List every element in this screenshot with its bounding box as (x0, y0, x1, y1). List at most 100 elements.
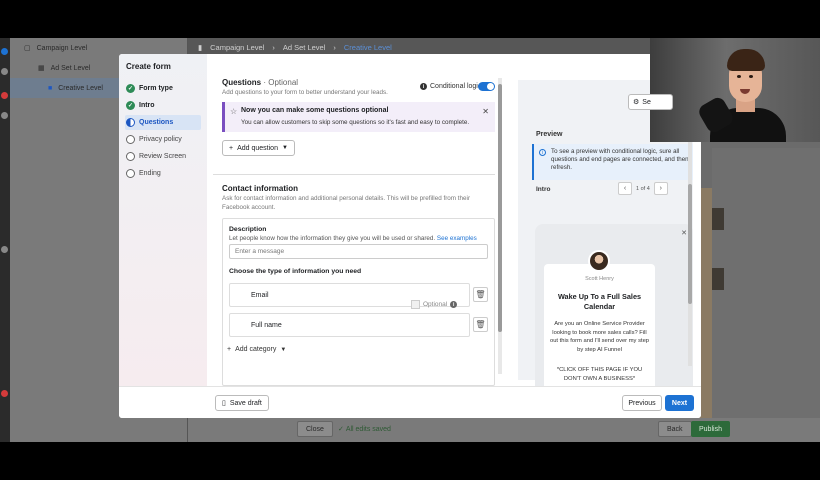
breadcrumb-campaign[interactable]: Campaign Level (210, 43, 264, 52)
questions-scrollbar[interactable] (498, 78, 502, 374)
panel-toggle-icon[interactable]: ▮ (198, 43, 202, 52)
step-sidebar: Create form ✓ Form type ✓ Intro Question… (119, 54, 207, 386)
next-button[interactable]: Next (665, 395, 694, 411)
left-rail (0, 38, 10, 442)
empty-circle-icon (126, 135, 135, 144)
star-icon: ☆ (230, 107, 238, 116)
back-button[interactable]: Back (658, 421, 692, 437)
info-icon[interactable]: i (450, 301, 458, 308)
modal-footer: ▯ Save draft Previous Next (119, 386, 701, 418)
preview-info-banner: i To see a preview with conditional logi… (532, 144, 693, 180)
intro-disclaimer: *CLICK OFF THIS PAGE IF YOU DON'T OWN A … (556, 367, 643, 382)
description-help: Let people know how the information they… (229, 235, 477, 242)
contact-info-subtitle-line1: Ask for contact information and addition… (222, 195, 471, 202)
folder-icon: ▢ (24, 45, 31, 52)
page-indicator: 1 of 4 (636, 185, 650, 192)
previous-button[interactable]: Previous (622, 395, 662, 411)
settings-button[interactable]: ⚙ Se (628, 94, 673, 110)
contact-info-subtitle-line2: Facebook account. (222, 204, 276, 211)
gear-icon: ⚙ (633, 99, 640, 106)
scrollbar-thumb[interactable] (498, 84, 502, 332)
background-preview-column (712, 148, 820, 418)
half-circle-icon (126, 118, 135, 127)
avatar (588, 250, 610, 272)
intro-card: Scott Henry Wake Up To a Full Sales Cale… (544, 250, 655, 392)
info-icon: i (539, 149, 546, 156)
conditional-logic-toggle[interactable] (478, 82, 495, 91)
empty-circle-icon (126, 169, 135, 178)
scrollbar-thumb[interactable] (688, 184, 692, 304)
phone-preview: ✕ Scott Henry Wake Up To a Full Sales Ca… (535, 224, 693, 408)
check-circle-icon: ✓ (126, 84, 135, 93)
questions-heading: Questions · Optional (222, 78, 299, 87)
rail-help-icon[interactable] (1, 246, 8, 253)
optional-questions-notice: ☆ Now you can make some questions option… (222, 102, 495, 132)
intro-headline: Wake Up To a Full Sales Calendar (557, 292, 642, 311)
presenter-eye (749, 75, 753, 78)
creative-icon: ■ (48, 84, 53, 92)
document-icon: ▯ (222, 400, 226, 407)
rail-chart-icon[interactable] (1, 68, 8, 75)
add-category-button[interactable]: + Add category ▼ (227, 346, 286, 353)
close-icon[interactable]: ✕ (482, 107, 489, 116)
rail-alert-icon[interactable] (1, 92, 8, 99)
full-name-field-row[interactable]: Full name (229, 313, 470, 337)
prev-page-button[interactable]: ‹ (618, 182, 632, 195)
questions-subtitle: Add questions to your form to better und… (222, 89, 388, 96)
notice-title: Now you can make some questions optional (241, 107, 389, 114)
rail-notification-icon[interactable] (1, 390, 8, 397)
presenter-hair (727, 49, 765, 71)
step-ending[interactable]: Ending (125, 166, 201, 181)
trash-icon: 🗑 (475, 320, 486, 329)
preview-title: Preview (536, 131, 563, 138)
publish-button[interactable]: Publish (691, 421, 730, 437)
grid-icon: ▦ (38, 65, 45, 72)
preview-panel: Preview i To see a preview with conditio… (518, 80, 693, 408)
close-button[interactable]: Close (297, 421, 333, 437)
questions-panel: Questions · Optional Add questions to yo… (213, 54, 503, 386)
author-name: Scott Henry (585, 276, 614, 282)
conditional-logic-label: i Conditional logic (420, 83, 481, 90)
choose-info-label: Choose the type of information you need (229, 268, 362, 275)
divider (213, 174, 495, 175)
optional-checkbox[interactable] (411, 300, 420, 309)
save-status: ✓ All edits saved (338, 425, 391, 434)
preview-section-label: Intro (536, 186, 551, 193)
caret-down-icon: ▼ (281, 145, 288, 151)
step-questions[interactable]: Questions (125, 115, 201, 130)
add-question-button[interactable]: + Add question ▼ (222, 140, 295, 156)
description-input[interactable]: Enter a message (229, 244, 488, 259)
webcam-overlay (650, 38, 820, 142)
step-privacy-policy[interactable]: Privacy policy (125, 132, 201, 147)
thumbnail (712, 208, 724, 230)
plus-icon: + (229, 144, 234, 152)
info-icon[interactable]: i (420, 83, 427, 90)
thumbnail (712, 268, 724, 290)
notice-description: You can allow customers to skip some que… (241, 119, 470, 126)
delete-full-name-button[interactable]: 🗑 (473, 317, 488, 332)
chevron-right-icon: › (272, 42, 275, 52)
contact-info-heading: Contact information (222, 184, 298, 193)
see-examples-link[interactable]: See examples (437, 235, 477, 242)
chevron-right-icon: › (333, 42, 336, 52)
modal-title: Create form (126, 62, 171, 71)
check-circle-icon: ✓ (126, 101, 135, 110)
rail-edit-icon[interactable] (1, 112, 8, 119)
caret-down-icon: ▼ (280, 346, 287, 353)
intro-body: Are you an Online Service Provider looki… (549, 321, 650, 353)
email-optional-toggle[interactable]: Optional i (411, 300, 458, 309)
check-icon: ✓ (338, 426, 346, 433)
preview-scrollbar[interactable] (688, 110, 692, 366)
trash-icon: 🗑 (475, 290, 486, 299)
breadcrumb-creative[interactable]: Creative Level (344, 43, 392, 52)
step-intro[interactable]: ✓ Intro (125, 98, 201, 113)
breadcrumb-adset[interactable]: Ad Set Level (283, 43, 326, 52)
presenter-eye (737, 75, 741, 78)
step-form-type[interactable]: ✓ Form type (125, 81, 201, 96)
step-review-screen[interactable]: Review Screen (125, 149, 201, 164)
description-label: Description (229, 226, 267, 233)
rail-home-icon[interactable] (1, 48, 8, 55)
delete-email-button[interactable]: 🗑 (473, 287, 488, 302)
next-page-button[interactable]: › (653, 182, 668, 195)
save-draft-button[interactable]: ▯ Save draft (215, 395, 269, 411)
